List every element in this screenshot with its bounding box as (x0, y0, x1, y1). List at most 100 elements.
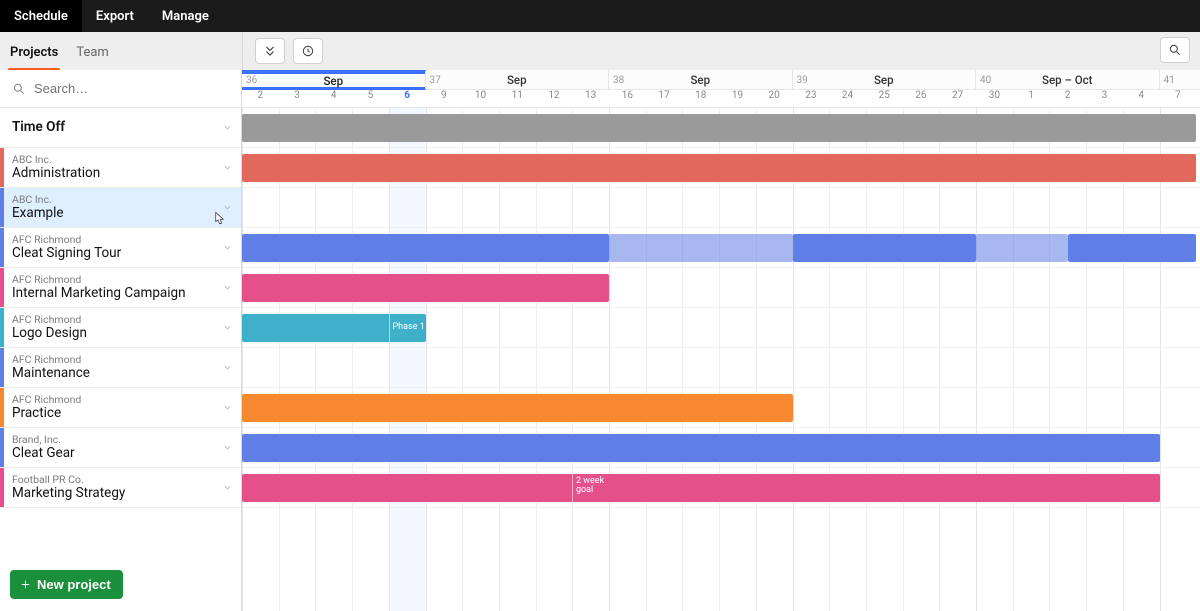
timeline-bar[interactable] (1068, 234, 1196, 262)
project-row-timeoff[interactable]: Time Off (0, 108, 241, 148)
chevron-down-icon[interactable] (222, 162, 233, 173)
project-row-abc-example[interactable]: ABC Inc.Example (0, 188, 241, 228)
chevron-down-icon[interactable] (222, 482, 233, 493)
day-header-cell[interactable]: 24 (829, 90, 866, 108)
day-header-cell[interactable]: 13 (572, 90, 609, 108)
day-header-cell[interactable]: 16 (609, 90, 646, 108)
row-color-stripe (0, 428, 4, 467)
day-header-cell[interactable]: 2 (242, 90, 279, 108)
day-header-cell[interactable]: 25 (866, 90, 903, 108)
zoom-button[interactable] (1160, 37, 1190, 63)
timeline-bar[interactable] (242, 114, 1196, 142)
timeline-bar[interactable] (242, 154, 1196, 182)
timeline-bar[interactable] (242, 434, 1160, 462)
timeline-lane[interactable] (242, 188, 1200, 228)
project-row-footpr-ms[interactable]: Football PR Co.Marketing Strategy (0, 468, 241, 508)
day-header-cell[interactable]: 1 (1013, 90, 1050, 108)
collapse-all-button[interactable] (255, 38, 285, 64)
week-number: 40 (980, 75, 991, 86)
chevron-down-icon[interactable] (222, 442, 233, 453)
row-org-label: AFC Richmond (12, 394, 222, 406)
week-number: 36 (246, 75, 257, 86)
chevron-down-icon[interactable] (222, 362, 233, 373)
timeline-lane[interactable] (242, 388, 1200, 428)
day-header-cell[interactable]: 11 (499, 90, 536, 108)
timeline-lane[interactable] (242, 268, 1200, 308)
timeline-bar[interactable] (242, 234, 609, 262)
timeline-lane[interactable] (242, 108, 1200, 148)
day-header-cell[interactable]: 7 (1160, 90, 1197, 108)
day-header-cell[interactable]: 23 (793, 90, 830, 108)
timeline-bar[interactable]: 2 week goal (242, 474, 1160, 502)
day-header-cell[interactable]: 19 (719, 90, 756, 108)
week-header-cell[interactable]: 38Sep (609, 70, 793, 90)
timeline-bar[interactable] (609, 234, 793, 262)
timeline-lane[interactable] (242, 148, 1200, 188)
day-header-cell[interactable]: 12 (536, 90, 573, 108)
day-header-cell[interactable]: 3 (1086, 90, 1123, 108)
day-header-cell[interactable]: 2 (1049, 90, 1086, 108)
timeline-bar[interactable] (242, 394, 793, 422)
new-project-button[interactable]: New project (10, 570, 123, 599)
week-month-label: Sep (323, 74, 343, 88)
day-header-cell[interactable]: 17 (646, 90, 683, 108)
week-header-cell[interactable]: 36 Sep (242, 70, 426, 90)
week-month-label: Sep (690, 73, 710, 87)
day-header-cell[interactable]: 27 (939, 90, 976, 108)
search-input[interactable] (34, 81, 229, 96)
timeline-bar[interactable] (976, 234, 1068, 262)
row-color-stripe (0, 268, 4, 307)
day-header-cell[interactable]: 18 (682, 90, 719, 108)
timeline-panel[interactable]: 36Sep37Sep38Sep39Sep40Sep – Oct41 234569… (242, 70, 1200, 611)
project-row-afc-logo[interactable]: AFC RichmondLogo Design (0, 308, 241, 348)
day-header-cell[interactable]: 3 (279, 90, 316, 108)
project-row-afc-cleat[interactable]: AFC RichmondCleat Signing Tour (0, 228, 241, 268)
day-header-cell[interactable]: 5 (352, 90, 389, 108)
week-header-cell[interactable]: 39Sep (793, 70, 977, 90)
timeline-lane[interactable] (242, 348, 1200, 388)
project-list-panel: Time OffABC Inc.AdministrationABC Inc.Ex… (0, 70, 242, 611)
project-row-abc-admin[interactable]: ABC Inc.Administration (0, 148, 241, 188)
timeline-bar[interactable]: Phase 1 (242, 314, 426, 342)
chevron-down-icon[interactable] (222, 322, 233, 333)
day-header-cell[interactable]: 6 (389, 90, 426, 108)
timeline-bar[interactable] (242, 274, 609, 302)
timeline-week-header: 36Sep37Sep38Sep39Sep40Sep – Oct41 (242, 70, 1200, 90)
day-header-cell[interactable]: 30 (976, 90, 1013, 108)
timeline-lane[interactable]: Phase 1 (242, 308, 1200, 348)
week-header-cell[interactable]: 37Sep (426, 70, 610, 90)
row-org-label: AFC Richmond (12, 274, 222, 286)
day-header-cell[interactable]: 4 (1123, 90, 1160, 108)
day-header-cell[interactable]: 9 (426, 90, 463, 108)
day-header-cell[interactable]: 26 (903, 90, 940, 108)
week-header-cell[interactable]: 40Sep – Oct (976, 70, 1160, 90)
day-header-cell[interactable]: 4 (315, 90, 352, 108)
project-row-afc-imc[interactable]: AFC RichmondInternal Marketing Campaign (0, 268, 241, 308)
timeline-lane[interactable] (242, 228, 1200, 268)
day-header-cell[interactable]: 10 (462, 90, 499, 108)
project-row-brand-cleat[interactable]: Brand, Inc.Cleat Gear (0, 428, 241, 468)
chevron-down-icon[interactable] (222, 202, 233, 213)
chevron-down-icon[interactable] (222, 282, 233, 293)
day-header-cell[interactable]: 20 (756, 90, 793, 108)
timeline-lane[interactable] (242, 428, 1200, 468)
chevron-down-icon[interactable] (222, 402, 233, 413)
chevron-down-icon[interactable] (222, 122, 233, 133)
timeline-lane[interactable]: 2 week goal (242, 468, 1200, 508)
new-project-label: New project (37, 577, 111, 592)
week-number: 37 (430, 75, 441, 86)
nav-manage[interactable]: Manage (148, 0, 223, 32)
week-header-cell[interactable]: 41 (1160, 70, 1200, 90)
nav-schedule[interactable]: Schedule (0, 0, 82, 32)
chevron-down-icon[interactable] (222, 242, 233, 253)
project-row-afc-maint[interactable]: AFC RichmondMaintenance (0, 348, 241, 388)
tab-projects[interactable]: Projects (10, 32, 58, 70)
timeline-bar[interactable] (793, 234, 977, 262)
nav-export[interactable]: Export (82, 0, 148, 32)
search-row[interactable] (0, 70, 241, 108)
week-number: 41 (1164, 75, 1175, 86)
project-row-afc-practice[interactable]: AFC RichmondPractice (0, 388, 241, 428)
timeline-grid[interactable]: Phase 1 2 week goal (242, 108, 1200, 611)
tab-team[interactable]: Team (76, 32, 109, 70)
jump-to-today-button[interactable] (293, 38, 323, 64)
